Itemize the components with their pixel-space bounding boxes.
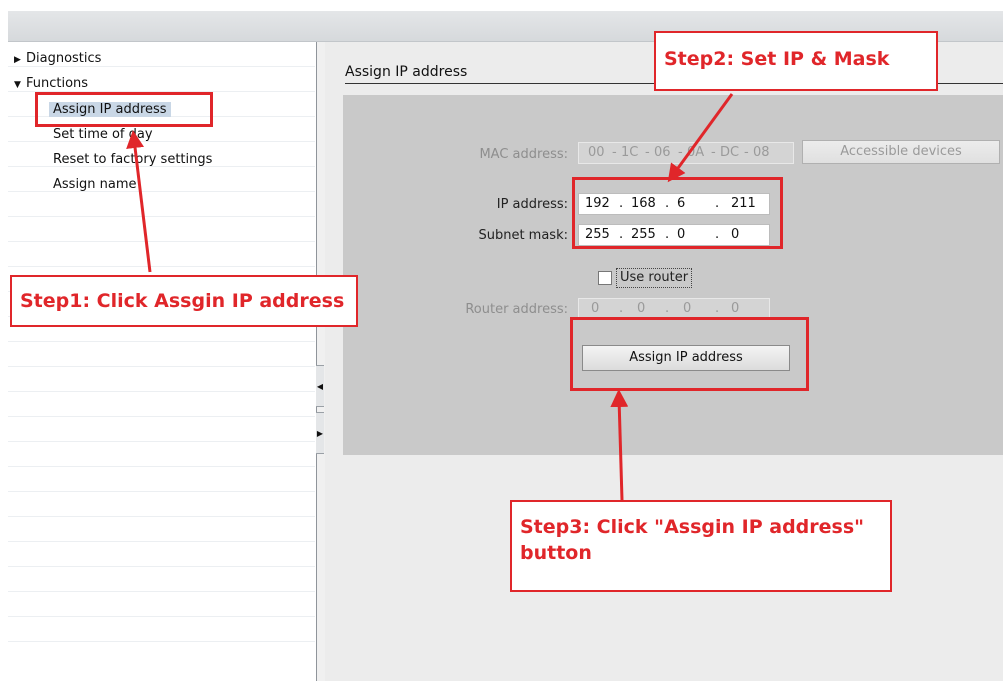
step3-arrow (610, 389, 629, 501)
step3-callout-line1: Step3: Click "Assgin IP address" (520, 516, 865, 538)
step1-arrow (126, 130, 152, 273)
step2-arrow (667, 93, 734, 183)
step2-callout: Step2: Set IP & Mask (654, 31, 938, 91)
step1-callout: Step1: Click Assgin IP address (10, 275, 358, 327)
step3-callout: Step3: Click "Assgin IP address" button (510, 500, 892, 592)
step3-callout-line2: button (520, 542, 592, 564)
